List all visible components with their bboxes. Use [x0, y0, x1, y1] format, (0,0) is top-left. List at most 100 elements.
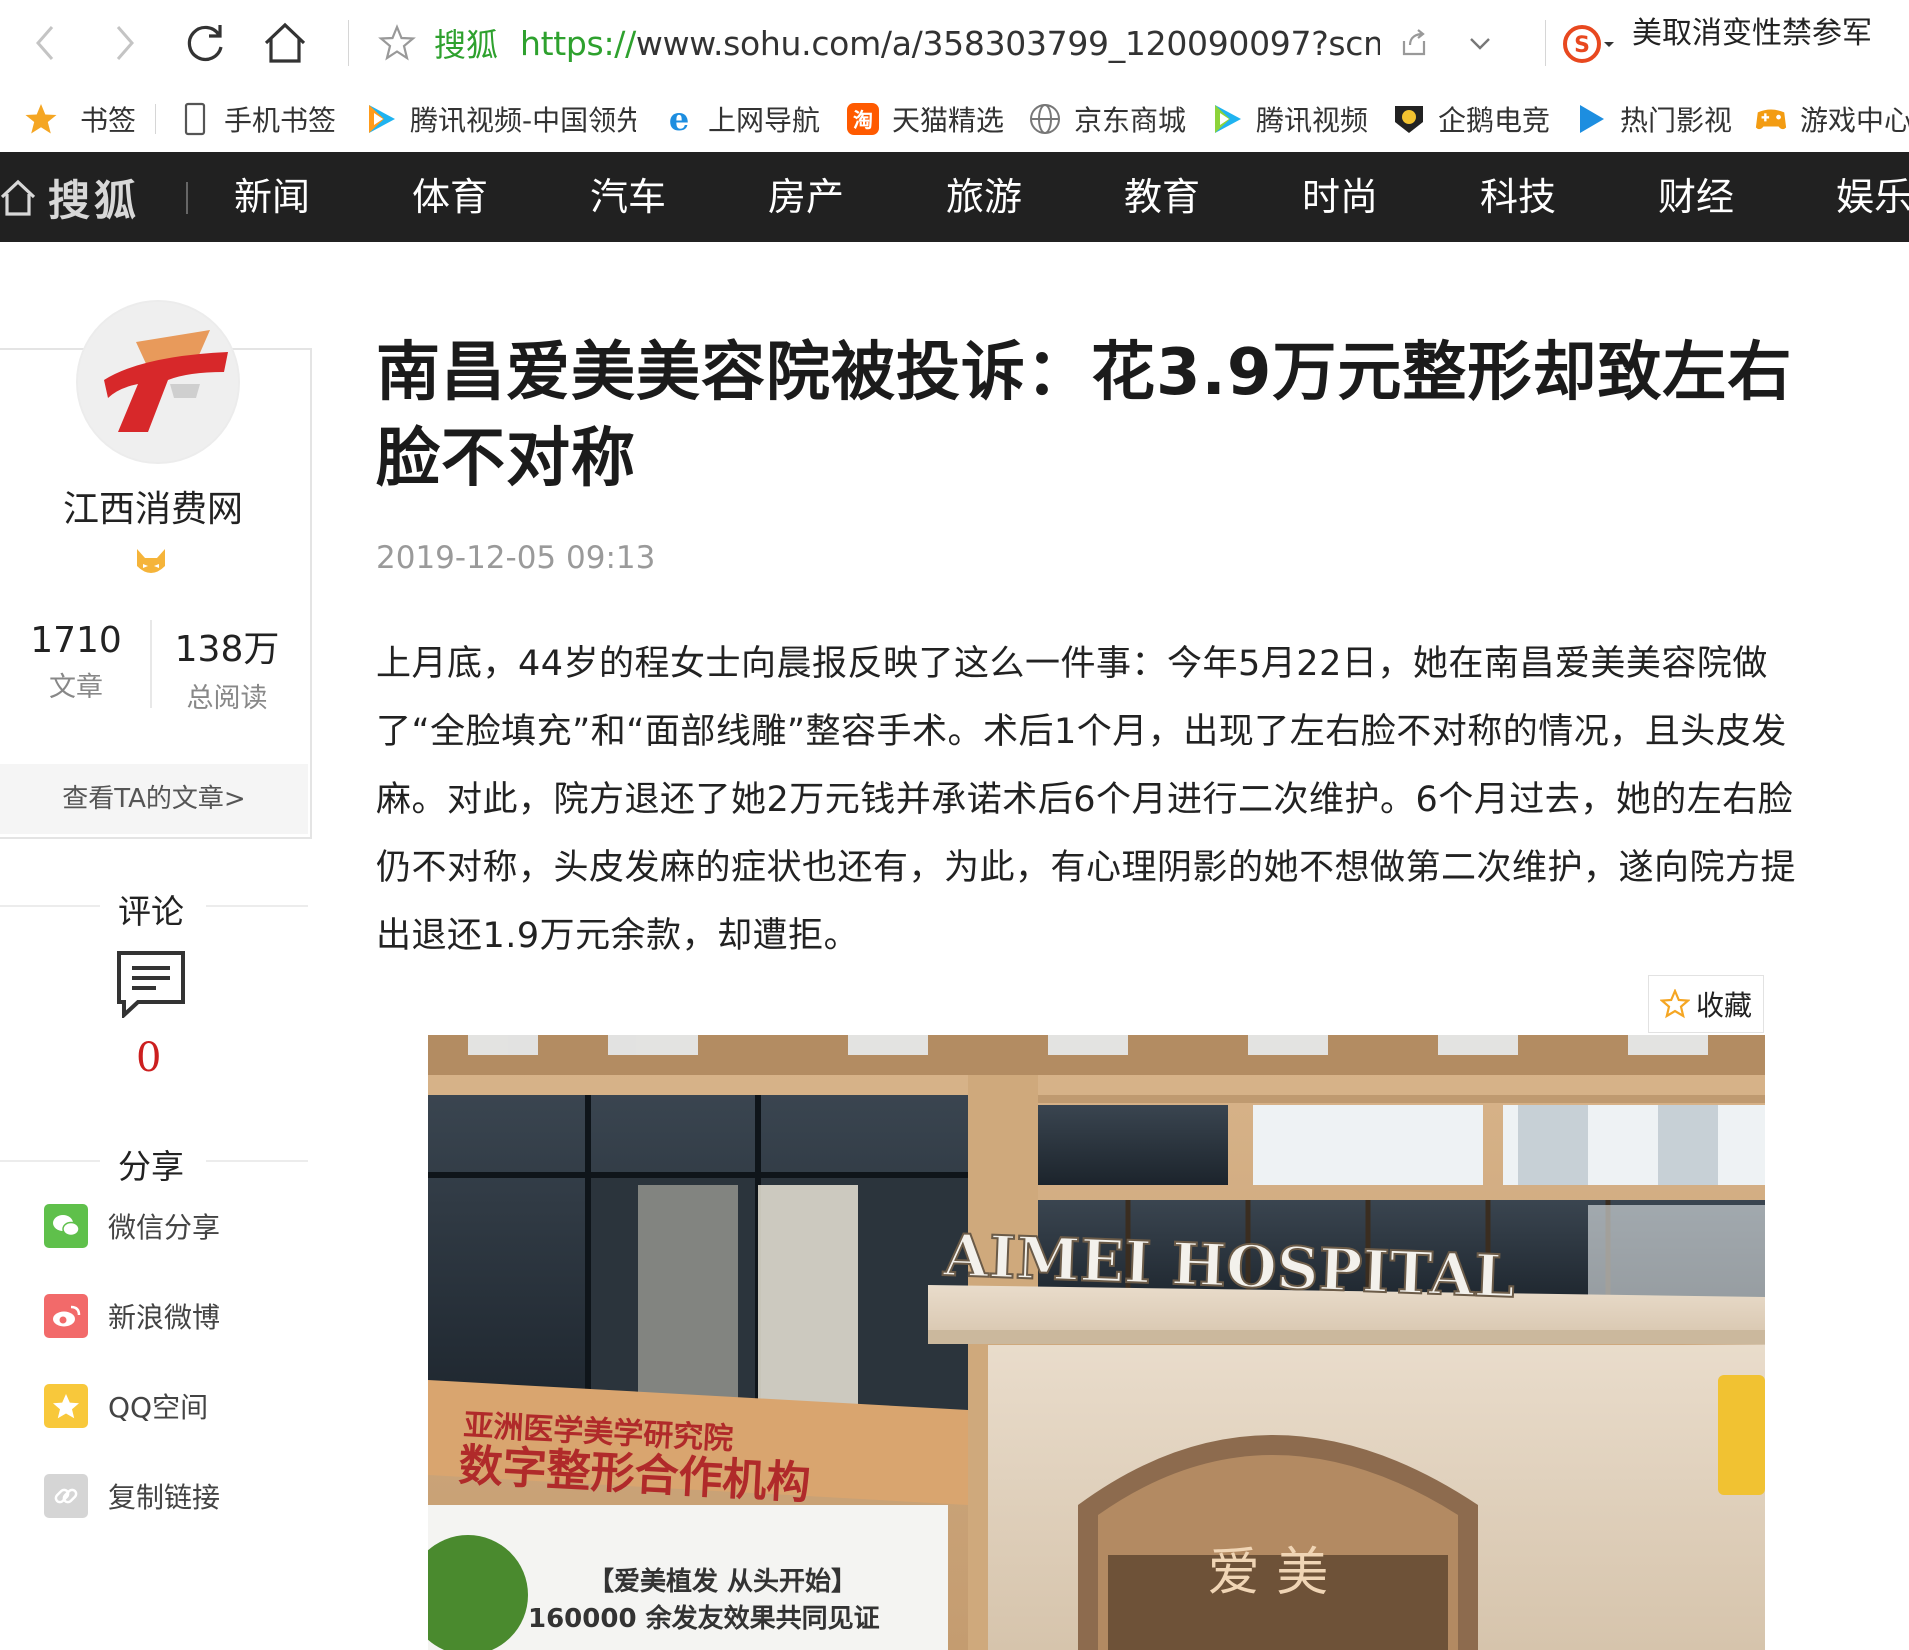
sohu-logo-text: 搜狐 — [48, 175, 141, 225]
comment-count[interactable]: 0 — [136, 1035, 161, 1081]
nav-item-news[interactable]: 新闻 — [234, 152, 310, 242]
url-text[interactable]: https://www.sohu.com/a/358303799_1200900… — [520, 24, 1380, 63]
bookmark-label: 上网导航 — [708, 104, 821, 137]
svg-text:e: e — [669, 102, 689, 136]
bookmark-item[interactable]: 热门影视 — [1574, 86, 1732, 152]
share-divider-right — [206, 1160, 308, 1162]
nav-item-realestate[interactable]: 房产 — [768, 152, 844, 242]
article-date: 2019-12-05 09:13 — [376, 540, 656, 576]
bookmark-label: 腾讯视频-中国领先 — [410, 104, 636, 137]
chevron-down-icon[interactable] — [1466, 29, 1494, 57]
browser-toolbar: 搜狐 https://www.sohu.com/a/358303799_1200… — [0, 0, 1909, 86]
comment-icon[interactable] — [116, 950, 186, 1022]
home-button[interactable] — [260, 18, 310, 68]
favorite-button[interactable]: 收藏 — [1648, 975, 1764, 1033]
star-icon — [24, 102, 58, 136]
sohu-logo[interactable]: 搜狐 — [0, 152, 140, 242]
reads-stat: 138万 总阅读 — [172, 620, 282, 715]
nav-item-entertainment[interactable]: 娱乐 — [1836, 152, 1909, 242]
nav-item-fashion[interactable]: 时尚 — [1302, 152, 1378, 242]
share-copy-link[interactable]: 复制链接 — [44, 1472, 220, 1520]
author-avatar[interactable] — [76, 300, 240, 464]
nav-item-travel[interactable]: 旅游 — [946, 152, 1022, 242]
bookmark-item[interactable]: 书签 — [24, 86, 136, 152]
share-label: QQ空间 — [108, 1391, 209, 1424]
taobao-icon: 淘 — [846, 102, 880, 136]
share-divider-left — [0, 1160, 100, 1162]
wechat-icon — [44, 1204, 88, 1248]
svg-text:淘: 淘 — [853, 108, 873, 132]
bookmark-label: 京东商城 — [1074, 104, 1187, 137]
view-articles-link[interactable]: 查看TA的文章> — [0, 764, 308, 834]
share-label: 复制链接 — [108, 1481, 221, 1514]
bookmark-item[interactable]: 手机书签 — [178, 86, 336, 152]
phone-icon — [178, 102, 212, 136]
chevron-left-icon — [36, 26, 54, 60]
share-qzone[interactable]: QQ空间 — [44, 1382, 208, 1430]
forward-button[interactable] — [100, 18, 150, 68]
bookmark-star-icon[interactable] — [378, 24, 416, 62]
caret-down-icon — [1604, 42, 1614, 47]
reads-count: 138万 — [174, 629, 280, 670]
nav-item-finance[interactable]: 财经 — [1658, 152, 1734, 242]
reload-icon — [187, 25, 223, 61]
article-paragraph: 上月底，44岁的程女士向晨报反映了这么一件事：今年5月22日，她在南昌爱美美容院… — [376, 644, 1797, 956]
gamepad-icon — [1754, 102, 1788, 136]
nav-item-auto[interactable]: 汽车 — [590, 152, 666, 242]
poster-line1: 【爱美植发 从头开始】 — [588, 1566, 857, 1597]
articles-stat[interactable]: 1710 文章 — [28, 620, 124, 704]
bookmark-label: 书签 — [80, 104, 137, 137]
bookmark-label: 游戏中心 — [1800, 104, 1909, 137]
back-button[interactable] — [20, 18, 70, 68]
comments-title: 评论 — [118, 892, 184, 931]
articles-count: 1710 — [30, 620, 122, 661]
penguin-esports-icon — [1392, 102, 1426, 136]
site-nav: 搜狐 新闻 体育 汽车 房产 旅游 教育 时尚 科技 财经 娱乐 — [0, 152, 1909, 242]
link-icon — [44, 1474, 88, 1518]
nav-item-education[interactable]: 教育 — [1124, 152, 1200, 242]
hot-search-text[interactable]: 美取消变性禁参军 — [1632, 8, 1872, 52]
bookmark-item[interactable]: 京东商城 — [1028, 86, 1186, 152]
url-protocol: https:// — [520, 23, 636, 63]
bookmark-item[interactable]: 淘 天猫精选 — [846, 86, 1004, 152]
bookmark-item[interactable]: e 上网导航 — [662, 86, 820, 152]
bookmark-item[interactable]: 企鹅电竞 — [1392, 86, 1550, 152]
bookmark-item[interactable]: 游戏中心 — [1754, 86, 1909, 152]
globe-icon — [1028, 102, 1062, 136]
bookmark-item[interactable]: 腾讯视频-中国领先 — [364, 86, 636, 152]
reads-label: 总阅读 — [186, 683, 268, 714]
author-name[interactable]: 江西消费网 — [0, 480, 306, 532]
stat-divider — [150, 620, 152, 708]
nav-divider — [186, 182, 188, 214]
article-title: 南昌爱美美容院被投诉：花3.9万元整形却致左右脸不对称 — [376, 336, 1793, 496]
site-name: 搜狐 — [434, 26, 499, 64]
tencent-video-icon — [364, 102, 398, 136]
search-engine-button[interactable]: S — [1562, 24, 1616, 64]
bookmark-divider — [155, 104, 156, 134]
comments-divider-left — [0, 905, 100, 907]
share-weibo[interactable]: 新浪微博 — [44, 1292, 220, 1340]
address-bar[interactable]: 搜狐 https://www.sohu.com/a/358303799_1200… — [350, 14, 1550, 72]
sogou-icon: S — [1563, 25, 1601, 63]
nav-item-sports[interactable]: 体育 — [412, 152, 488, 242]
favorite-label: 收藏 — [1695, 989, 1752, 1022]
ie-icon: e — [662, 102, 696, 136]
qzone-icon — [44, 1384, 88, 1428]
bookmark-label: 企鹅电竞 — [1438, 104, 1551, 137]
arch-sign-text: 爱 美 — [1208, 1543, 1329, 1603]
bookmark-label: 腾讯视频 — [1256, 104, 1369, 137]
bookmark-label: 热门影视 — [1620, 104, 1733, 137]
bookmarks-bar: 书签 手机书签 腾讯视频-中国领先 e 上网导航 淘 天猫精选 京东商城 腾讯视… — [0, 86, 1909, 153]
comments-divider-right — [206, 905, 308, 907]
share-wechat[interactable]: 微信分享 — [44, 1202, 220, 1250]
reload-button[interactable] — [180, 18, 230, 68]
poster-line2: 160000 余发友效果共同见证 — [528, 1603, 880, 1634]
home-icon — [264, 22, 306, 63]
weibo-icon — [44, 1294, 88, 1338]
share-label: 微信分享 — [108, 1211, 221, 1244]
share-page-icon[interactable] — [1398, 27, 1430, 59]
article-photo: AIMEI HOSPITAL 爱 美 亚洲医学美学研究院 数字整形合作机构 【爱… — [428, 1035, 1765, 1650]
tencent-video-icon — [1210, 102, 1244, 136]
bookmark-item[interactable]: 腾讯视频 — [1210, 86, 1368, 152]
nav-item-tech[interactable]: 科技 — [1480, 152, 1556, 242]
